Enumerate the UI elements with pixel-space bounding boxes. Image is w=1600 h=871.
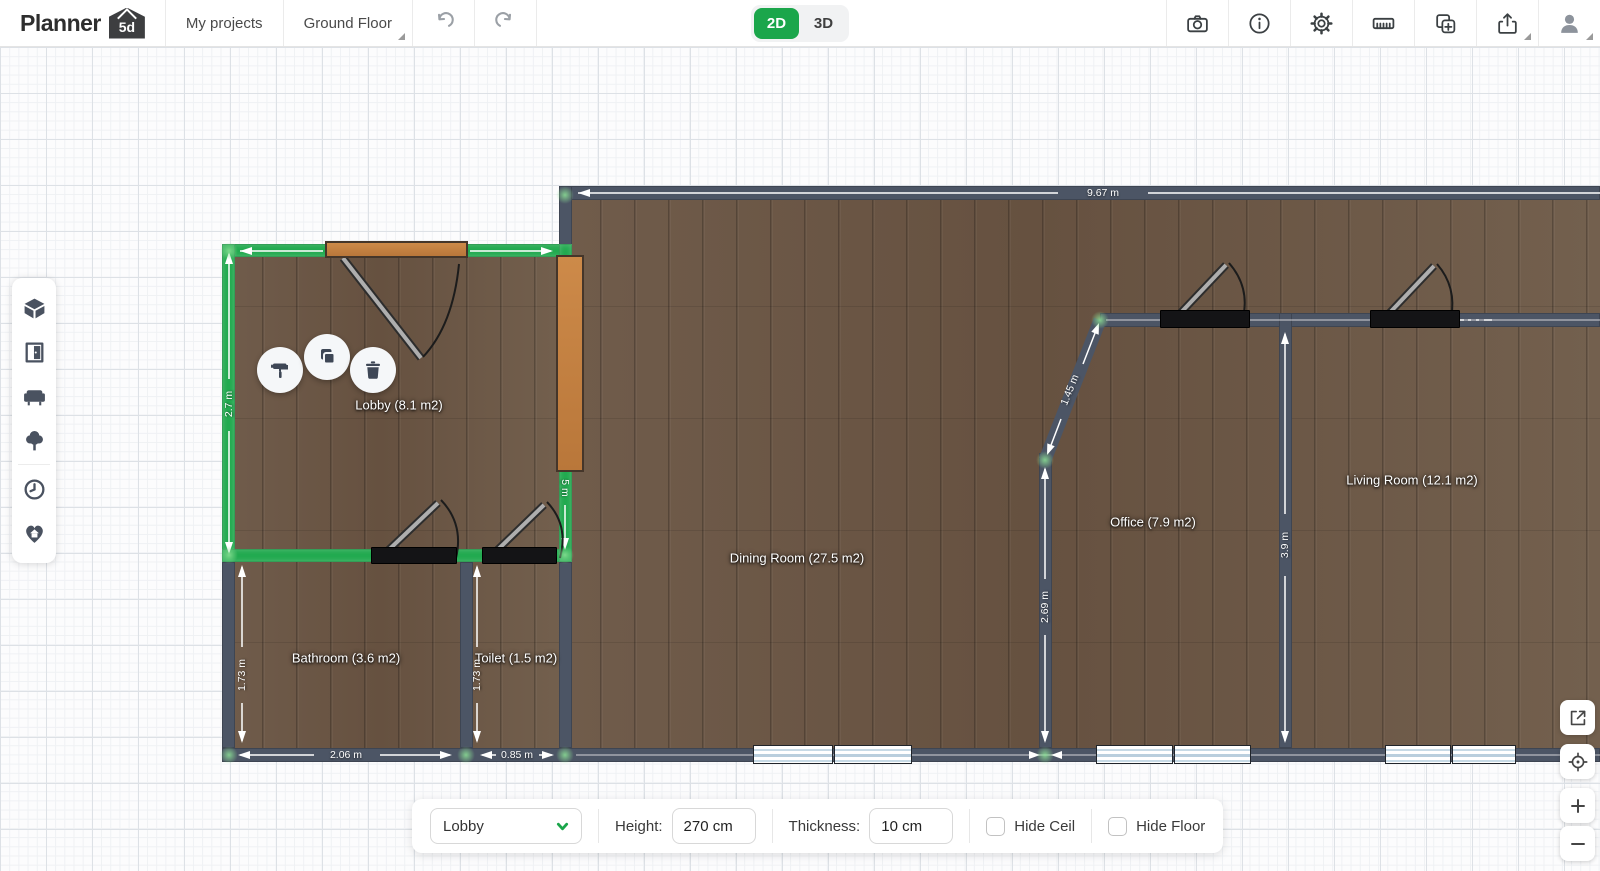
info-icon — [1249, 12, 1270, 34]
room-cube-icon — [24, 298, 44, 318]
panel-divider — [771, 809, 773, 843]
minus-icon — [1570, 842, 1585, 845]
catalog-sidebar — [12, 278, 56, 563]
logo-house-icon: 5d — [108, 7, 145, 39]
checkbox-box[interactable] — [986, 816, 1006, 836]
dropdown-corner-icon — [1586, 33, 1593, 40]
hide-ceil-label: Hide Ceil — [1014, 817, 1076, 835]
height-label: Height: — [615, 817, 663, 835]
toggle-2d-button[interactable]: 2D — [754, 8, 799, 39]
wall-dining-top[interactable] — [559, 186, 1600, 200]
share-icon — [1498, 12, 1517, 34]
room-area-dining-block[interactable] — [566, 193, 1600, 755]
tree-icon — [25, 430, 43, 450]
furniture-cabinet-lobby-right[interactable] — [556, 255, 584, 472]
share-button[interactable] — [1476, 0, 1538, 46]
wall-toilet-right[interactable] — [559, 562, 572, 748]
duplicate-button[interactable] — [1414, 0, 1476, 46]
panel-divider — [969, 809, 971, 843]
measure-button[interactable] — [1352, 0, 1414, 46]
panel-divider — [1091, 809, 1093, 843]
door-icon — [25, 342, 43, 362]
thickness-label: Thickness: — [788, 817, 861, 835]
hide-floor-checkbox[interactable]: Hide Floor — [1108, 816, 1206, 836]
chevron-down-icon — [556, 822, 569, 830]
window-living-2[interactable] — [1452, 745, 1516, 764]
zoom-out-button[interactable] — [1560, 826, 1595, 861]
floor-selector[interactable]: Ground Floor — [284, 0, 413, 46]
redo-icon — [495, 11, 511, 27]
window-office-2[interactable] — [1174, 745, 1251, 764]
duplicate-room-button[interactable] — [304, 334, 350, 380]
sidebar-item-outdoor[interactable] — [12, 418, 56, 462]
wall-office-living-divider[interactable] — [1279, 313, 1292, 748]
copy-plus-icon — [1436, 13, 1456, 33]
wall-bathroom-left[interactable] — [222, 562, 235, 748]
toggle-3d-button[interactable]: 3D — [801, 8, 846, 39]
room-select[interactable]: Lobby — [430, 808, 582, 844]
top-toolbar: Planner 5d My projects Ground Floor 2D 3… — [0, 0, 1600, 47]
sidebar-item-history[interactable] — [12, 467, 56, 511]
snapshot-button[interactable] — [1166, 0, 1228, 46]
wall-lobby-left-selected[interactable] — [222, 244, 235, 562]
undo-button[interactable] — [413, 0, 475, 46]
room-properties-panel: Lobby Height: Thickness: Hide Ceil Hide … — [412, 799, 1224, 853]
door-office[interactable] — [1160, 310, 1250, 328]
app-logo[interactable]: Planner 5d — [0, 0, 166, 46]
open-external-icon — [1570, 710, 1585, 725]
window-dining-2[interactable] — [834, 745, 912, 764]
checkbox-box[interactable] — [1108, 816, 1128, 836]
sidebar-item-rooms[interactable] — [12, 286, 56, 330]
avatar-icon — [1561, 14, 1578, 33]
logo-text: Planner — [20, 9, 101, 36]
redo-button[interactable] — [475, 0, 537, 46]
dropdown-corner-icon — [1524, 33, 1531, 40]
wall-dining-left-upper[interactable] — [559, 186, 572, 251]
info-button[interactable] — [1228, 0, 1290, 46]
clock-icon — [24, 479, 44, 499]
sofa-icon — [23, 389, 45, 405]
height-input[interactable] — [671, 808, 756, 844]
door-lobby-bathroom[interactable] — [371, 547, 457, 564]
camera-icon — [1187, 14, 1208, 32]
plan-canvas[interactable]: Lobby (8.1 m2) Bathroom (3.6 m2) Toilet … — [0, 47, 1600, 871]
hide-ceil-checkbox[interactable]: Hide Ceil — [986, 816, 1076, 836]
trash-icon — [366, 361, 380, 379]
window-living-1[interactable] — [1385, 745, 1451, 764]
ruler-icon — [1372, 17, 1395, 29]
account-button[interactable] — [1538, 0, 1600, 46]
thickness-input[interactable] — [869, 808, 954, 844]
zoom-in-button[interactable] — [1560, 788, 1595, 823]
undo-icon — [437, 11, 454, 27]
my-projects-button[interactable]: My projects — [166, 0, 284, 46]
wall-bathroom-toilet-divider[interactable] — [460, 562, 473, 748]
hide-floor-label: Hide Floor — [1136, 817, 1206, 835]
door-lobby-toilet[interactable] — [482, 547, 557, 564]
paint-room-button[interactable] — [257, 347, 303, 393]
heart-home-icon — [25, 525, 43, 543]
sidebar-item-furniture[interactable] — [12, 374, 56, 418]
panel-divider — [598, 809, 599, 843]
door-living-room[interactable] — [1370, 310, 1460, 328]
window-dining-1[interactable] — [753, 745, 833, 764]
dropdown-corner-icon — [397, 33, 405, 40]
furniture-shelf-lobby-top[interactable] — [325, 241, 468, 258]
plus-icon — [1570, 798, 1585, 813]
center-view-button[interactable] — [1560, 744, 1595, 779]
paint-roller-icon — [271, 363, 288, 378]
wall-office-left[interactable] — [1039, 453, 1052, 748]
sidebar-item-favorites[interactable] — [12, 511, 56, 555]
room-area-lobby-block[interactable] — [228, 250, 566, 755]
settings-button[interactable] — [1290, 0, 1352, 46]
sidebar-divider — [18, 464, 50, 465]
room-select-value: Lobby — [443, 817, 484, 835]
view-mode-toggle: 2D 3D — [751, 5, 849, 42]
gear-icon — [1310, 11, 1333, 35]
open-external-button[interactable] — [1560, 700, 1595, 735]
delete-room-button[interactable] — [350, 347, 396, 393]
duplicate-icon — [321, 349, 336, 365]
window-office-1[interactable] — [1096, 745, 1173, 764]
locate-icon — [1567, 751, 1588, 772]
sidebar-item-doors-windows[interactable] — [12, 330, 56, 374]
